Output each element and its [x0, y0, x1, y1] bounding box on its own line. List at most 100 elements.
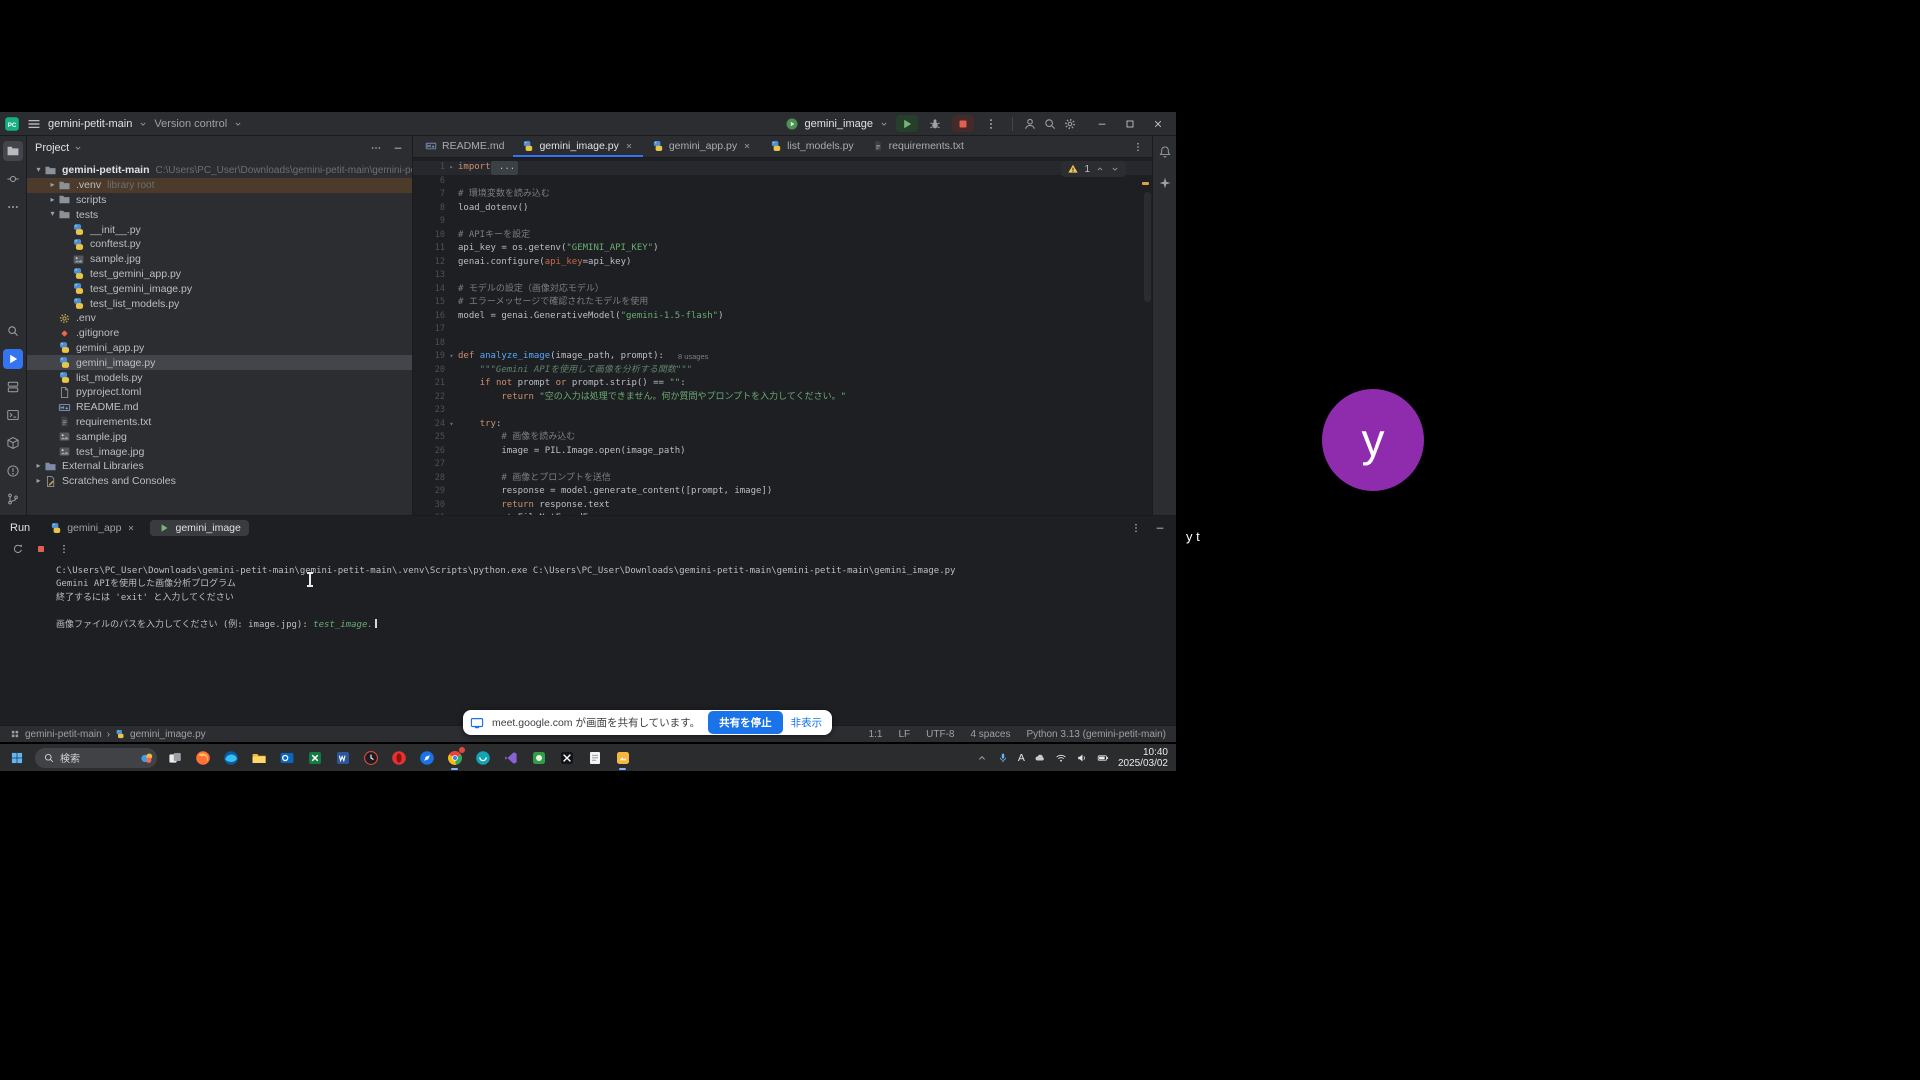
code-line[interactable]: 15# エラーメッセージで確認されたモデルを使用 [413, 296, 1152, 310]
code-line[interactable]: 17 [413, 323, 1152, 337]
console-line[interactable]: Gemini APIを使用した画像分析プログラム [56, 578, 1176, 591]
chrome-taskbar-button[interactable] [444, 747, 465, 768]
debug-button[interactable] [924, 115, 946, 132]
tree-item[interactable]: gemini_image.py [27, 355, 412, 370]
code-line[interactable]: 8load_dotenv() [413, 202, 1152, 216]
tree-item[interactable]: test_list_models.py [27, 296, 412, 311]
visual-studio-taskbar-button[interactable] [500, 747, 521, 768]
tool-strip-commit[interactable] [3, 169, 23, 189]
code-line[interactable]: 29 response = model.generate_content([pr… [413, 485, 1152, 499]
code-line[interactable]: 24▾ try: [413, 418, 1152, 432]
vcs-widget[interactable]: Version control [154, 118, 243, 130]
mic-icon[interactable] [997, 752, 1009, 764]
chevron-up-icon[interactable] [976, 752, 988, 764]
browser-taskbar-button[interactable] [416, 747, 437, 768]
fold-marker-icon[interactable]: ▸ [445, 161, 458, 175]
tool-strip-run[interactable] [3, 349, 23, 369]
more-h-icon[interactable] [370, 142, 382, 154]
status-widget[interactable]: 4 spaces [970, 729, 1010, 740]
stop-button[interactable] [952, 115, 974, 132]
code-line[interactable]: 21 if not prompt or prompt.strip() == ""… [413, 377, 1152, 391]
firefox-taskbar-button[interactable] [192, 747, 213, 768]
more-console-button[interactable] [58, 543, 70, 558]
code-line[interactable]: 18 [413, 337, 1152, 351]
tree-item[interactable]: pyproject.toml [27, 385, 412, 400]
console-line[interactable]: 終了するには 'exit' と入力してください [56, 592, 1176, 605]
code-editor[interactable]: 1▸import ...67# 環境変数を読み込む8load_dotenv()9… [413, 158, 1152, 515]
tool-strip-notifications[interactable] [1155, 142, 1175, 162]
tree-chevron-icon[interactable]: ▾ [33, 163, 44, 178]
close-button[interactable] [1144, 112, 1172, 135]
clock-taskbar-button[interactable] [360, 747, 381, 768]
tree-chevron-icon[interactable]: ▾ [47, 207, 58, 222]
tree-item[interactable]: list_models.py [27, 370, 412, 385]
code-line[interactable]: 12genai.configure(api_key=api_key) [413, 256, 1152, 270]
code-line[interactable]: 31 except FileNotFoundError: [413, 512, 1152, 515]
tool-strip-problems[interactable] [3, 461, 23, 481]
search-icon[interactable] [1043, 117, 1057, 131]
tree-item[interactable]: .gitignore [27, 326, 412, 341]
teal-app-taskbar-button[interactable] [472, 747, 493, 768]
tool-strip-ai[interactable] [1155, 173, 1175, 193]
code-line[interactable]: 11api_key = os.getenv("GEMINI_API_KEY") [413, 242, 1152, 256]
tree-item[interactable]: ▸scripts [27, 193, 412, 208]
editor-tab-gemini_image.py[interactable]: gemini_image.py [513, 136, 642, 157]
menu-icon[interactable] [26, 116, 42, 132]
maximize-button[interactable] [1116, 112, 1144, 135]
code-line[interactable]: 9 [413, 215, 1152, 229]
start-button[interactable] [6, 747, 28, 769]
fold-marker-icon[interactable]: ▾ [445, 350, 458, 364]
code-line[interactable]: 27 [413, 458, 1152, 472]
taskbar-search[interactable]: 検索 [35, 748, 157, 768]
editor-tab-requirements.txt[interactable]: requirements.txt [863, 136, 973, 157]
tree-item[interactable]: test_gemini_image.py [27, 281, 412, 296]
excel-taskbar-button[interactable] [304, 747, 325, 768]
prev-problem-icon[interactable] [1095, 164, 1105, 174]
console-line[interactable]: 画像ファイルのパスを入力してください (例: image.jpg): test_… [56, 619, 1176, 632]
pycharm-icon[interactable]: PC [4, 116, 20, 132]
tree-chevron-icon[interactable]: ▸ [33, 459, 44, 474]
more-icon[interactable] [1130, 522, 1142, 534]
fold-marker-icon[interactable]: ▾ [445, 418, 458, 432]
run-config-widget[interactable]: gemini_image [785, 117, 889, 131]
outlook-taskbar-button[interactable] [276, 747, 297, 768]
code-line[interactable]: 25 # 画像を読み込む [413, 431, 1152, 445]
code-line[interactable]: 10# APIキーを設定 [413, 229, 1152, 243]
run-tab-gemini_app[interactable]: gemini_app [42, 520, 144, 536]
tree-item[interactable]: sample.jpg [27, 429, 412, 444]
tool-strip-project[interactable] [3, 141, 23, 161]
tree-item[interactable]: __init__.py [27, 222, 412, 237]
code-line[interactable]: 30 return response.text [413, 499, 1152, 513]
tree-chevron-icon[interactable]: ▸ [47, 178, 58, 193]
tool-windows-icon[interactable] [10, 729, 20, 739]
wifi-icon[interactable] [1055, 752, 1067, 764]
code-line[interactable]: 28 # 画像とプロンプトを送信 [413, 472, 1152, 486]
taskbar-clock[interactable]: 10:40 2025/03/02 [1118, 747, 1168, 769]
breadcrumb[interactable]: gemini-petit-main › gemini_image.py [10, 729, 206, 740]
run-console[interactable]: C:\Users\PC_User\Downloads\gemini-petit-… [0, 560, 1176, 725]
volume-icon[interactable] [1076, 752, 1088, 764]
rerun-console-button[interactable] [12, 543, 24, 558]
tree-item[interactable]: ▾gemini-petit-mainC:\Users\PC_User\Downl… [27, 163, 412, 178]
tool-strip-more-h[interactable] [3, 197, 23, 217]
ime-indicator[interactable]: A [1018, 752, 1025, 764]
edge-taskbar-button[interactable] [220, 747, 241, 768]
stop-sharing-button[interactable]: 共有を停止 [708, 711, 783, 734]
tree-item[interactable]: sample.jpg [27, 252, 412, 267]
run-tab-gemini_image[interactable]: gemini_image [150, 520, 248, 536]
code-line[interactable]: 14# モデルの設定（画像対応モデル） [413, 283, 1152, 297]
tree-chevron-icon[interactable]: ▸ [33, 474, 44, 489]
vcs-label[interactable]: Version control [154, 118, 227, 130]
run-button[interactable] [896, 115, 918, 132]
status-widget[interactable]: Python 3.13 (gemini-petit-main) [1026, 729, 1166, 740]
project-name[interactable]: gemini-petit-main [48, 118, 132, 130]
inspections-widget[interactable]: 1 [1061, 161, 1126, 177]
tree-item[interactable]: requirements.txt [27, 415, 412, 430]
close-tab-icon[interactable] [742, 141, 752, 151]
battery-icon[interactable] [1097, 752, 1109, 764]
tab-options-icon[interactable] [1132, 141, 1144, 153]
next-problem-icon[interactable] [1110, 164, 1120, 174]
word-taskbar-button[interactable] [332, 747, 353, 768]
code-line[interactable]: 7# 環境変数を読み込む [413, 188, 1152, 202]
hide-banner-link[interactable]: 非表示 [791, 715, 823, 730]
